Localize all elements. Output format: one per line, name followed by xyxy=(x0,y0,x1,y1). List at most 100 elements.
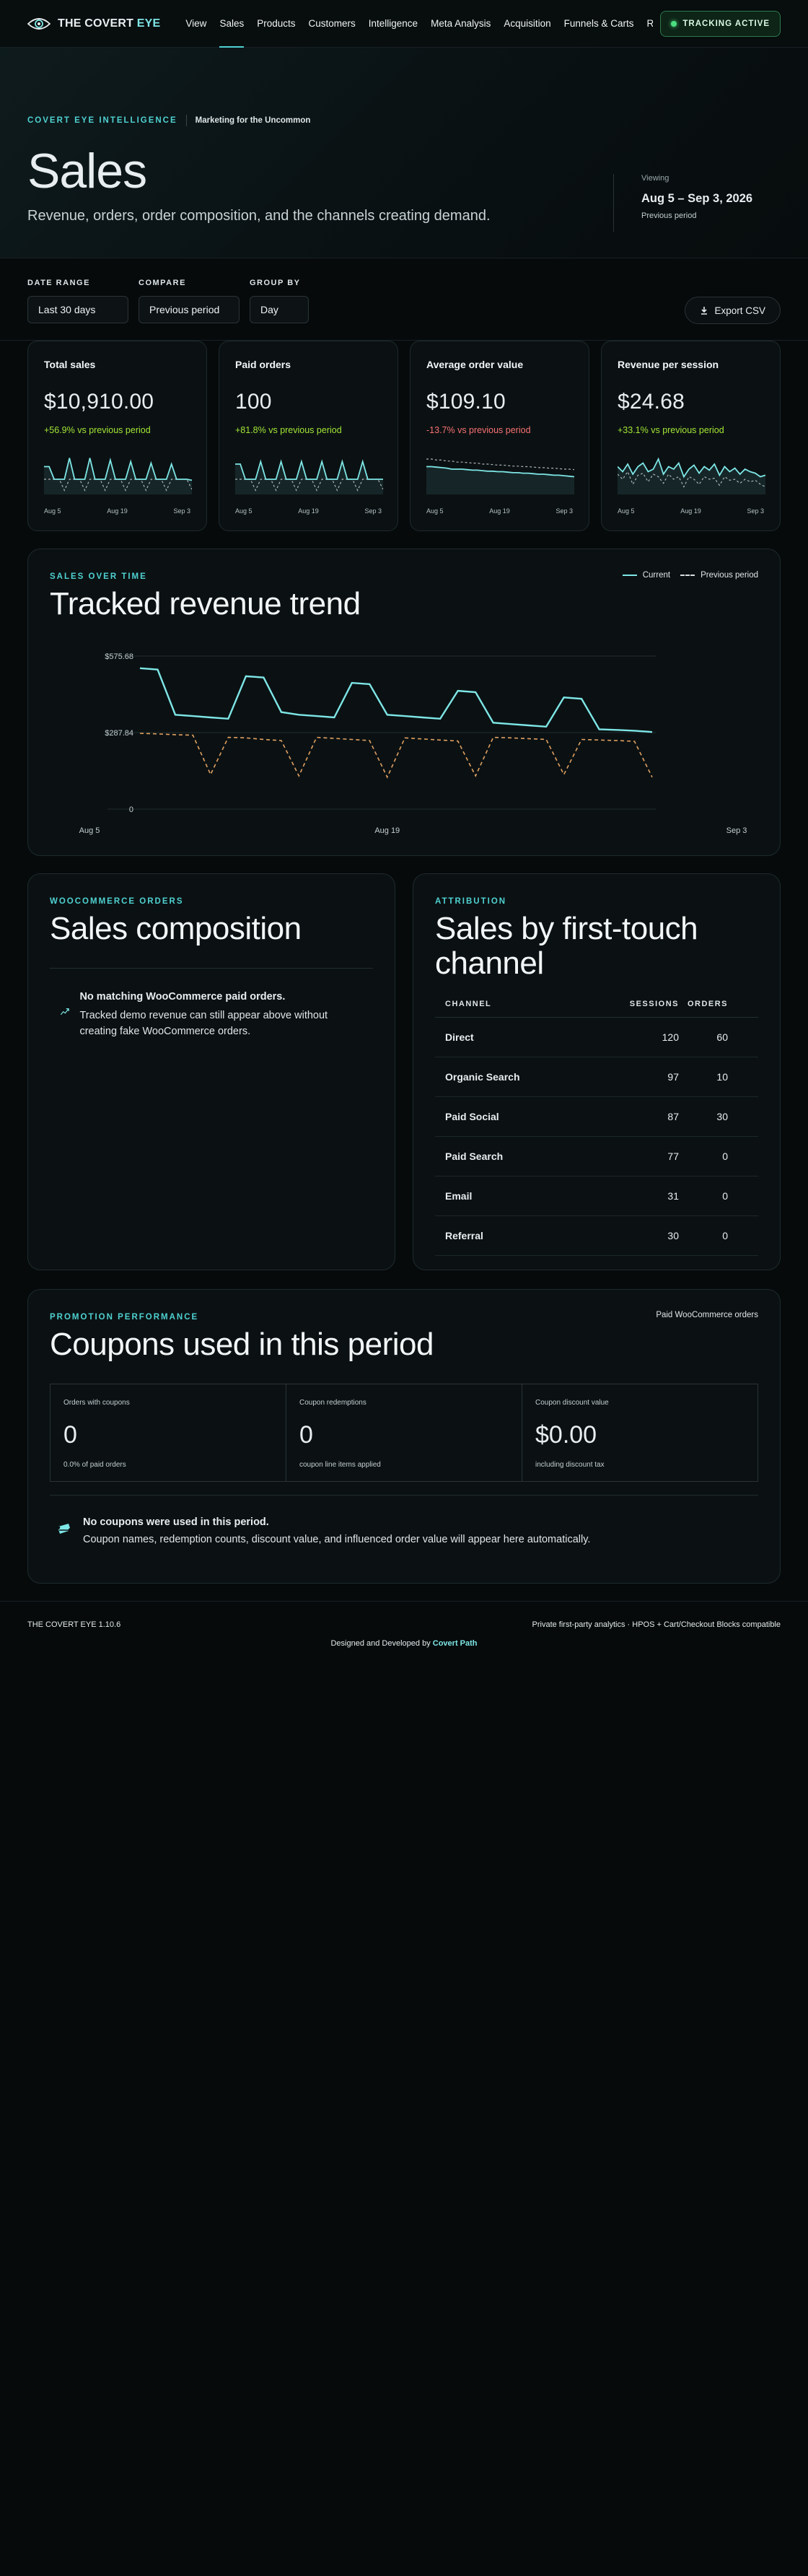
data-point[interactable] xyxy=(598,728,600,730)
data-point[interactable] xyxy=(510,723,511,725)
compare-select[interactable]: Previous period xyxy=(139,296,240,323)
data-point[interactable] xyxy=(439,739,441,741)
data-point[interactable] xyxy=(210,717,211,718)
data-point[interactable] xyxy=(581,738,582,740)
date-range-select[interactable]: Last 30 days xyxy=(27,296,128,323)
data-point[interactable] xyxy=(475,691,476,693)
sessions-cell: 31 xyxy=(592,1176,679,1216)
table-row[interactable]: Direct 120 60 xyxy=(435,1017,758,1057)
data-point[interactable] xyxy=(245,737,247,738)
data-point[interactable] xyxy=(192,734,193,735)
nav-item-products[interactable]: Products xyxy=(250,0,302,48)
data-point[interactable] xyxy=(387,777,388,778)
data-point[interactable] xyxy=(227,718,229,720)
table-row[interactable]: Referral 30 0 xyxy=(435,1215,758,1256)
section-label: WOOCOMMERCE ORDERS xyxy=(50,897,184,906)
nav-item-r[interactable]: R xyxy=(640,0,653,48)
viewing-label: Viewing xyxy=(641,174,669,183)
data-point[interactable] xyxy=(422,738,423,740)
nav-item-funnels-carts[interactable]: Funnels & Carts xyxy=(558,0,641,48)
data-point[interactable] xyxy=(298,775,299,777)
data-point[interactable] xyxy=(616,740,618,741)
data-point[interactable] xyxy=(351,682,353,684)
data-point[interactable] xyxy=(510,737,511,738)
data-point[interactable] xyxy=(527,725,529,726)
kpi-axis-label: Aug 5 xyxy=(426,507,444,515)
data-point[interactable] xyxy=(422,717,423,718)
data-point[interactable] xyxy=(387,714,388,715)
table-header-row: CHANNEL SESSIONS ORDERS xyxy=(435,1000,758,1018)
data-point[interactable] xyxy=(563,697,564,698)
y-tick-label: $287.84 xyxy=(105,729,133,738)
table-row[interactable]: Email 31 0 xyxy=(435,1176,758,1216)
data-point[interactable] xyxy=(492,722,493,723)
sessions-cell: 77 xyxy=(592,1136,679,1176)
kpi-card-average-order-value: Average order value $109.10 -13.7% vs prev… xyxy=(410,341,589,531)
nav-item-meta-analysis[interactable]: Meta Analysis xyxy=(424,0,497,48)
data-point[interactable] xyxy=(316,715,317,717)
data-point[interactable] xyxy=(651,777,653,778)
data-point[interactable] xyxy=(333,717,335,718)
group-by-select[interactable]: Day xyxy=(250,296,309,323)
table-row[interactable]: Paid Social 87 30 xyxy=(435,1096,758,1137)
data-point[interactable] xyxy=(298,714,299,715)
data-point[interactable] xyxy=(192,715,193,717)
eye-icon xyxy=(27,17,50,30)
download-icon xyxy=(701,307,708,315)
data-point[interactable] xyxy=(316,736,317,738)
col-channel[interactable]: CHANNEL xyxy=(435,1000,592,1018)
tracking-status-badge[interactable]: TRACKING ACTIVE xyxy=(660,10,781,37)
data-point[interactable] xyxy=(439,718,441,720)
data-point[interactable] xyxy=(633,741,635,742)
data-point[interactable] xyxy=(616,729,618,730)
nav-item-acquisition[interactable]: Acquisition xyxy=(497,0,557,48)
col-orders[interactable]: ORDERS xyxy=(679,1000,758,1018)
orders-cell: 0 xyxy=(679,1215,758,1256)
data-point[interactable] xyxy=(651,731,653,733)
date-range-label: DATE RANGE xyxy=(27,279,90,287)
data-point[interactable] xyxy=(563,774,564,775)
credit-link[interactable]: Covert Path xyxy=(433,1639,478,1648)
data-point[interactable] xyxy=(281,711,282,712)
table-row[interactable]: Paid Search 77 0 xyxy=(435,1136,758,1176)
data-point[interactable] xyxy=(369,684,370,685)
nav-item-sales[interactable]: Sales xyxy=(213,0,250,48)
nav-item-intelligence[interactable]: Intelligence xyxy=(362,0,424,48)
data-point[interactable] xyxy=(545,726,547,728)
table-row[interactable]: Organic Search 97 10 xyxy=(435,1057,758,1097)
data-point[interactable] xyxy=(527,738,529,739)
data-point[interactable] xyxy=(175,734,176,735)
data-point[interactable] xyxy=(404,715,405,717)
nav-item-view[interactable]: View xyxy=(179,0,213,48)
data-point[interactable] xyxy=(281,740,282,741)
nav-item-customers[interactable]: Customers xyxy=(302,0,362,48)
data-point[interactable] xyxy=(227,736,229,738)
data-point[interactable] xyxy=(598,739,600,741)
data-point[interactable] xyxy=(157,733,158,735)
data-point[interactable] xyxy=(157,668,158,670)
export-csv-button[interactable]: Export CSV xyxy=(685,297,781,324)
col-sessions[interactable]: SESSIONS xyxy=(592,1000,679,1018)
data-point[interactable] xyxy=(404,737,405,738)
data-point[interactable] xyxy=(457,690,458,691)
data-point[interactable] xyxy=(139,668,141,669)
brand-logo[interactable]: THE COVERT EYE xyxy=(27,17,160,31)
data-point[interactable] xyxy=(492,736,493,738)
data-point[interactable] xyxy=(581,698,582,699)
data-point[interactable] xyxy=(457,741,458,742)
kpi-axis-label: Sep 3 xyxy=(173,507,190,515)
data-point[interactable] xyxy=(263,677,264,678)
data-point[interactable] xyxy=(369,740,370,741)
data-point[interactable] xyxy=(210,774,211,775)
data-point[interactable] xyxy=(333,738,335,739)
data-point[interactable] xyxy=(351,738,353,740)
data-point[interactable] xyxy=(475,775,476,777)
attribution-table-wrap: CHANNEL SESSIONS ORDERS Direct 120 60 Organ… xyxy=(435,1000,758,1256)
channel-cell: Organic Search xyxy=(435,1057,592,1097)
data-point[interactable] xyxy=(545,738,547,740)
data-point[interactable] xyxy=(245,676,247,677)
data-point[interactable] xyxy=(263,738,264,740)
data-point[interactable] xyxy=(633,730,635,731)
data-point[interactable] xyxy=(139,733,141,734)
data-point[interactable] xyxy=(175,714,176,715)
